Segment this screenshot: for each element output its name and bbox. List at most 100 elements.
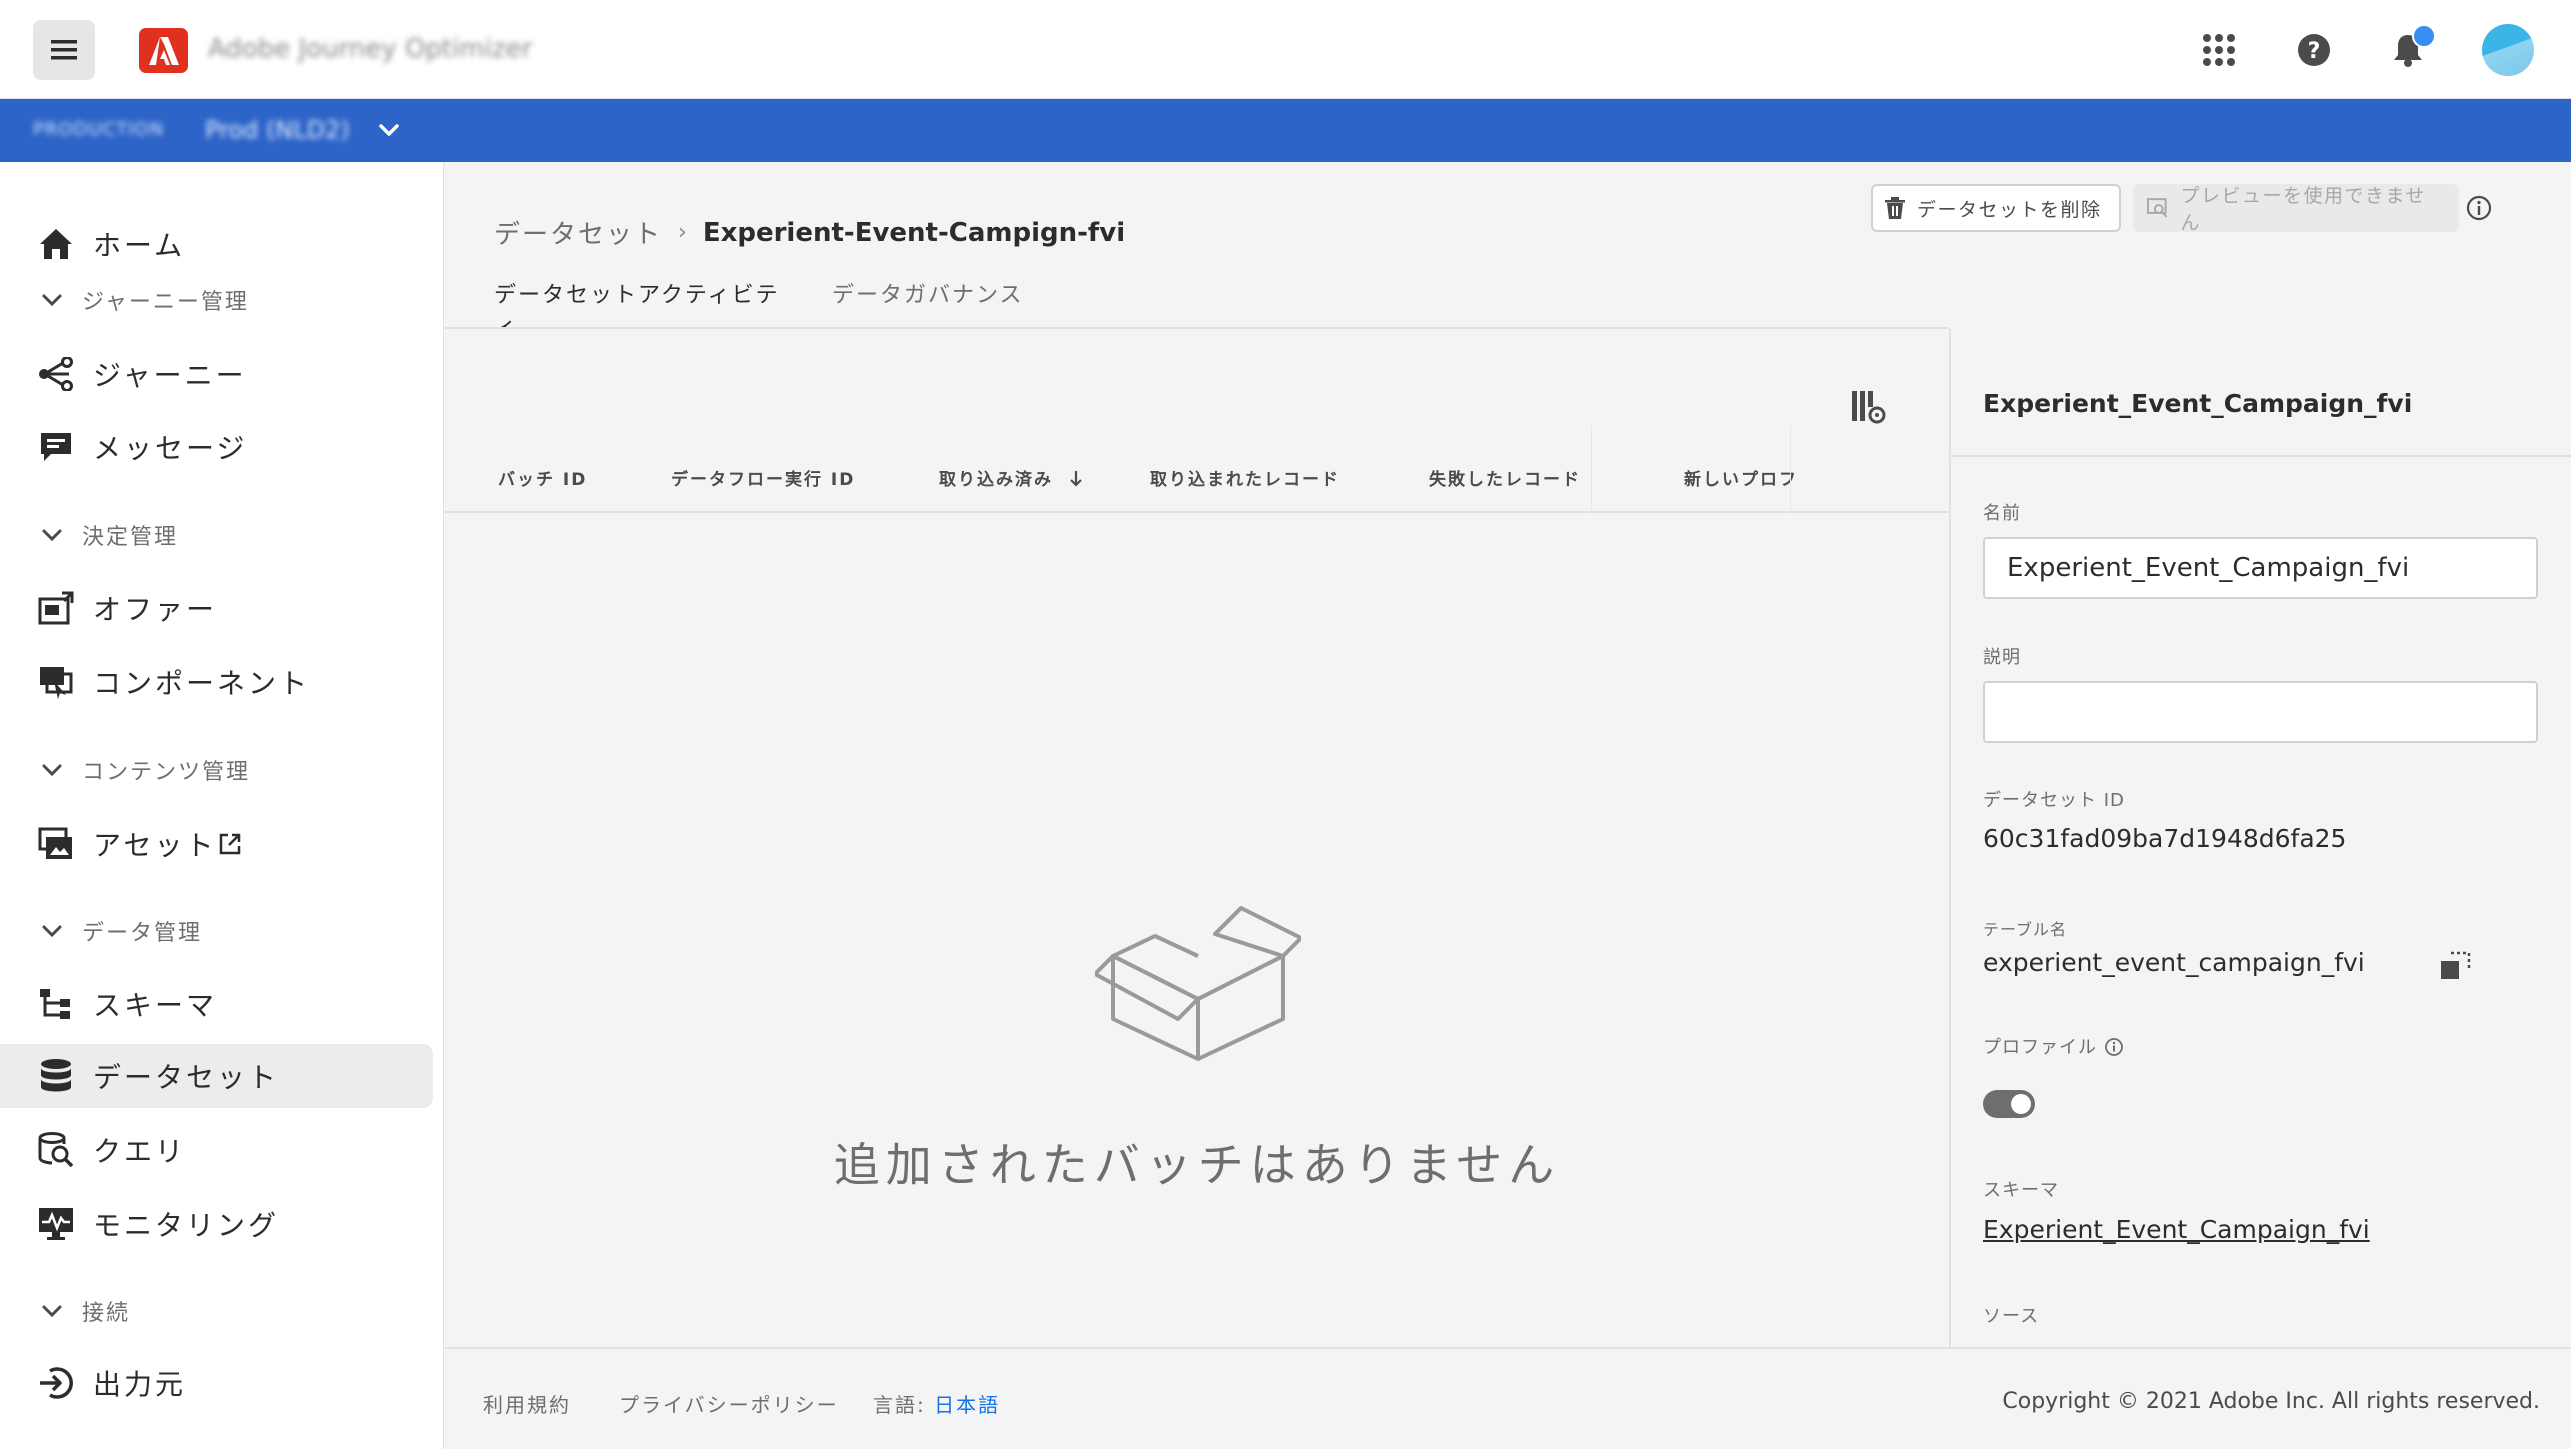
- chevron-down-icon: [42, 1305, 62, 1318]
- column-header-failed-records[interactable]: 失敗したレコード: [1429, 465, 1581, 490]
- source-label: ソース: [1983, 1306, 2040, 1327]
- terms-link[interactable]: 利用規約: [483, 1389, 571, 1418]
- component-icon: [36, 662, 76, 702]
- home-icon: [36, 224, 76, 264]
- sources-icon: [36, 1363, 76, 1403]
- table-name-value: experient_event_campaign_fvi: [1983, 948, 2365, 977]
- dataset-icon: [36, 1056, 76, 1096]
- column-separator: [1790, 425, 1791, 513]
- nav-label: オファー: [93, 593, 218, 626]
- nav-item-schemas[interactable]: スキーマ: [0, 972, 433, 1036]
- tab-data-governance[interactable]: データガバナンス: [832, 277, 1032, 331]
- preview-dataset-button[interactable]: プレビューを使用できません: [2133, 184, 2459, 234]
- column-header-new-profiles[interactable]: 新しいプロフ: [1684, 465, 1798, 490]
- nav-section-label: データ管理: [82, 921, 203, 946]
- nav-item-components[interactable]: コンポーネント: [0, 650, 433, 714]
- nav-item-sources[interactable]: 出力元: [0, 1351, 433, 1415]
- nav-section-label: 決定管理: [82, 525, 179, 550]
- column-header-batch-id[interactable]: バッチ ID: [498, 465, 587, 490]
- name-label: 名前: [1983, 503, 2021, 524]
- preview-dataset-label: プレビューを使用できません: [2180, 185, 2426, 234]
- org-label: PRODUCTION: [33, 119, 165, 140]
- info-icon[interactable]: [2104, 1037, 2124, 1057]
- column-header-dataflow-run-id[interactable]: データフロー実行 ID: [671, 465, 855, 490]
- breadcrumb-separator: ›: [678, 220, 687, 245]
- nav-section-journey-management[interactable]: ジャーニー管理: [0, 280, 433, 320]
- user-avatar[interactable]: [2482, 24, 2534, 76]
- breadcrumb-datasets-link[interactable]: データセット: [494, 214, 662, 251]
- column-settings-icon[interactable]: [1848, 387, 1888, 427]
- menu-icon[interactable]: [33, 20, 95, 80]
- offer-icon: [36, 588, 76, 628]
- svg-text:?: ?: [2308, 39, 2321, 64]
- nav-item-messages[interactable]: メッセージ: [0, 415, 433, 479]
- column-header-records-ingested[interactable]: 取り込まれたレコード: [1150, 465, 1340, 490]
- nav-label: スキーマ: [93, 989, 218, 1022]
- dataset-details-panel: Experient_Event_Campaign_fvi 名前 Experien…: [1949, 329, 2571, 1347]
- main-content: データセット › Experient-Event-Campign-fvi データ…: [445, 162, 2571, 1449]
- apps-grid-icon[interactable]: [2195, 26, 2243, 74]
- adobe-logo-icon[interactable]: [139, 28, 188, 73]
- nav-section-content-management[interactable]: コンテンツ管理: [0, 750, 433, 790]
- nav-item-assets[interactable]: アセット: [0, 812, 433, 876]
- query-icon: [36, 1130, 76, 1170]
- empty-state-message: 追加されたバッチはありません: [833, 1138, 1561, 1192]
- nav-section-label: 接続: [82, 1301, 131, 1326]
- profile-label-text: プロファイル: [1983, 1037, 2097, 1058]
- nav-section-data-management[interactable]: データ管理: [0, 911, 433, 951]
- app-name: Adobe Journey Optimizer: [208, 34, 533, 64]
- footer: 利用規約 プライバシーポリシー 言語: 日本語 Copyright © 2021…: [445, 1347, 2571, 1449]
- nav-label: 出力元: [93, 1368, 187, 1401]
- nav-item-datasets[interactable]: データセット: [0, 1044, 433, 1108]
- chevron-down-icon: [42, 764, 62, 777]
- name-field[interactable]: Experient_Event_Campaign_fvi: [1983, 537, 2538, 599]
- assets-icon: [36, 824, 76, 864]
- nav-label: ホーム: [93, 229, 186, 262]
- profile-label: プロファイル: [1983, 1033, 2124, 1059]
- org-sandbox-name[interactable]: Prod (NLD2): [205, 116, 350, 144]
- tab-dataset-activity[interactable]: データセットアクティビティ: [494, 277, 790, 340]
- profile-toggle[interactable]: [1983, 1090, 2035, 1118]
- privacy-link[interactable]: プライバシーポリシー: [619, 1389, 839, 1418]
- breadcrumb: データセット › Experient-Event-Campign-fvi: [494, 214, 1125, 251]
- chevron-down-icon: [42, 294, 62, 307]
- nav-item-monitoring[interactable]: モニタリング: [0, 1192, 433, 1256]
- nav-label: ジャーニー: [93, 359, 247, 392]
- preview-icon: [2147, 198, 2168, 218]
- nav-section-connections[interactable]: 接続: [0, 1291, 433, 1331]
- schema-label: スキーマ: [1983, 1180, 2059, 1201]
- nav-section-decision-management[interactable]: 決定管理: [0, 515, 433, 555]
- chevron-down-icon[interactable]: [376, 117, 402, 143]
- page-title: Experient-Event-Campign-fvi: [702, 217, 1126, 248]
- notifications-bell-icon[interactable]: [2384, 24, 2436, 74]
- nav-label: メッセージ: [93, 432, 248, 465]
- help-icon[interactable]: ?: [2290, 26, 2338, 74]
- schema-link[interactable]: Experient_Event_Campaign_fvi: [1983, 1215, 2370, 1244]
- table-name-label: テーブル名: [1983, 920, 2068, 939]
- nav-item-journeys[interactable]: ジャーニー: [0, 342, 433, 406]
- copy-icon[interactable]: [2439, 949, 2473, 983]
- nav-item-offers[interactable]: オファー: [0, 576, 433, 640]
- external-link-icon: [219, 833, 241, 855]
- column-header-ingested-label: 取り込み済み: [939, 470, 1053, 490]
- top-bar: Adobe Journey Optimizer ?: [0, 0, 2571, 99]
- nav-section-label: ジャーニー管理: [82, 290, 249, 315]
- description-field[interactable]: [1983, 681, 2538, 743]
- nav-item-home[interactable]: ホーム: [0, 212, 433, 276]
- language-label: 言語:: [873, 1393, 926, 1417]
- info-icon[interactable]: [2465, 194, 2493, 222]
- panel-divider: [1951, 455, 2571, 457]
- column-header-ingested[interactable]: 取り込み済み: [939, 465, 1083, 490]
- column-separator: [1591, 425, 1592, 513]
- nav-item-queries[interactable]: クエリ: [0, 1118, 433, 1182]
- chevron-down-icon: [42, 925, 62, 938]
- language-selector[interactable]: 言語: 日本語: [873, 1389, 1000, 1418]
- batches-table: バッチ ID データフロー実行 ID 取り込み済み 取り込まれたレコード 失敗し…: [445, 329, 1949, 1347]
- nav-label: モニタリング: [93, 1209, 280, 1242]
- message-icon: [36, 427, 76, 467]
- toggle-knob: [2011, 1094, 2031, 1114]
- journey-icon: [36, 354, 76, 394]
- language-value[interactable]: 日本語: [934, 1393, 1000, 1417]
- delete-dataset-button[interactable]: データセットを削除: [1871, 184, 2121, 232]
- panel-title: Experient_Event_Campaign_fvi: [1983, 389, 2413, 418]
